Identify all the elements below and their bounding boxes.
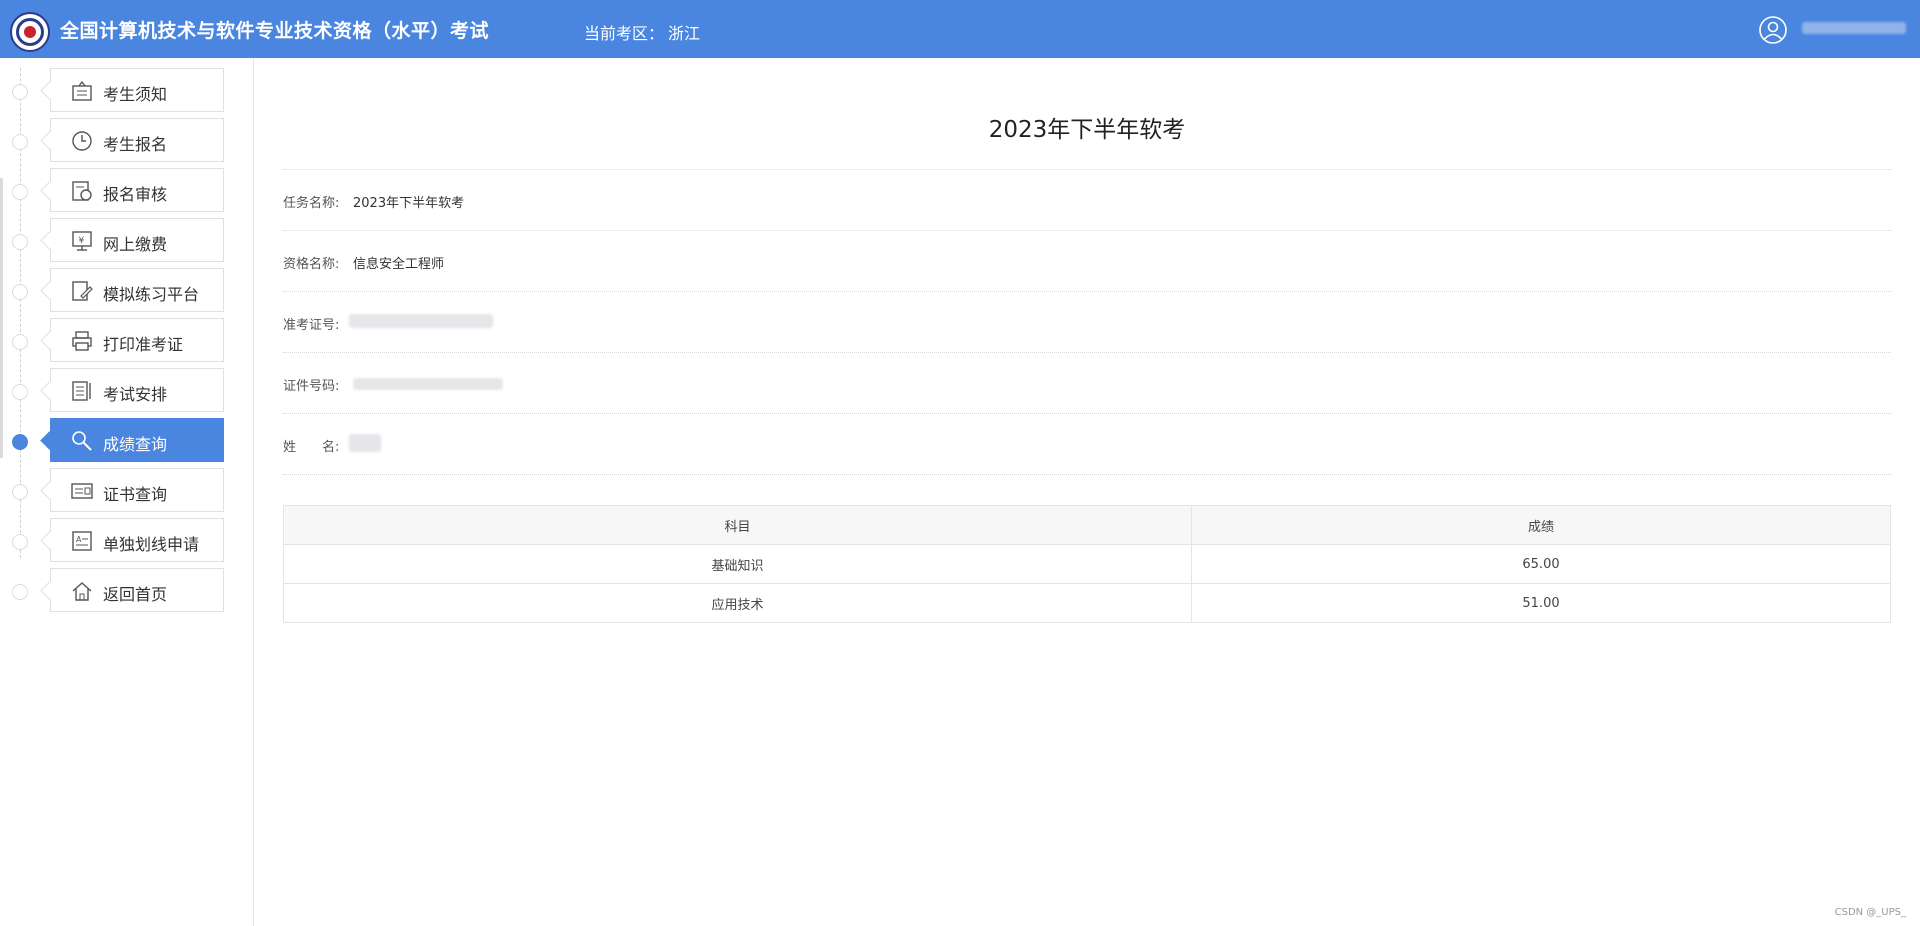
- info-label: 姓 名:: [283, 440, 340, 455]
- exam-logo: [10, 12, 50, 52]
- schedule-document-icon: [72, 381, 91, 401]
- edit-document-icon: [72, 281, 93, 301]
- app-title: 全国计算机技术与软件专业技术资格（水平）考试: [60, 20, 490, 42]
- info-row-id-number: 证件号码:: [283, 352, 1891, 413]
- region-label: 当前考区：: [584, 24, 665, 43]
- certificate-icon: [71, 483, 93, 499]
- svg-text:A: A: [76, 535, 82, 544]
- sidebar-item-home[interactable]: 返回首页: [50, 568, 224, 612]
- score-cell: 65.00: [1191, 544, 1891, 584]
- info-row-task-name: 任务名称: 2023年下半年软考: [283, 169, 1891, 230]
- timeline-dot: [12, 584, 28, 600]
- clock-icon: [72, 131, 92, 151]
- score-table: 科目 成绩 基础知识 65.00 应用技术 51.00: [283, 505, 1891, 623]
- sidebar-item-label: 网上缴费: [103, 235, 168, 254]
- sidebar-edge-bar: [0, 178, 3, 458]
- sidebar-item-score-query[interactable]: 成绩查询: [50, 418, 224, 462]
- sidebar-item-label: 成绩查询: [103, 435, 168, 454]
- sidebar: 考生须知 考生报名 报名审核 ¥ 网上缴费 模拟练习平台 打印准考证 考试安排 …: [0, 58, 254, 926]
- timeline-dot: [12, 334, 28, 350]
- sidebar-item-schedule[interactable]: 考试安排: [50, 368, 224, 412]
- timeline-dot-active: [12, 434, 28, 450]
- timeline-dot: [12, 84, 28, 100]
- payment-monitor-icon: ¥: [72, 231, 92, 251]
- sidebar-item-label: 报名审核: [103, 185, 168, 204]
- sidebar-item-practice[interactable]: 模拟练习平台: [50, 268, 224, 312]
- sidebar-item-separate-line[interactable]: A 单独划线申请: [50, 518, 224, 562]
- info-row-name: 姓 名:: [283, 413, 1891, 474]
- timeline-dot: [12, 184, 28, 200]
- region-value[interactable]: 浙江: [668, 20, 700, 44]
- sidebar-item-label: 返回首页: [103, 585, 168, 604]
- sidebar-item-registration[interactable]: 考生报名: [50, 118, 224, 162]
- application-form-icon: A: [72, 531, 92, 551]
- info-value: 2023年下半年软考: [353, 196, 465, 211]
- redacted-admission-number: [349, 314, 493, 328]
- timeline-dot: [12, 534, 28, 550]
- info-label: 任务名称:: [283, 196, 340, 211]
- top-bar: 全国计算机技术与软件专业技术资格（水平）考试 当前考区： 浙江: [0, 0, 1920, 58]
- page-title: 2023年下半年软考: [988, 117, 1186, 143]
- subject-cell: 基础知识: [283, 544, 1192, 584]
- printer-icon: [72, 331, 92, 351]
- subject-cell: 应用技术: [283, 583, 1192, 623]
- user-avatar-icon[interactable]: [1758, 15, 1788, 45]
- sidebar-item-review[interactable]: 报名审核: [50, 168, 224, 212]
- redacted-name: [349, 434, 381, 452]
- info-label: 证件号码:: [283, 379, 340, 394]
- review-document-icon: [72, 181, 92, 201]
- home-icon: [72, 582, 92, 601]
- sidebar-item-payment[interactable]: ¥ 网上缴费: [50, 218, 224, 262]
- redacted-id-number: [353, 378, 503, 390]
- column-header-subject: 科目: [283, 505, 1192, 545]
- info-label: 准考证号:: [283, 318, 340, 333]
- sidebar-item-label: 模拟练习平台: [103, 285, 200, 304]
- timeline-dot: [12, 134, 28, 150]
- table-row: 基础知识 65.00: [283, 544, 1891, 584]
- info-label: 资格名称:: [283, 257, 340, 272]
- column-header-score: 成绩: [1191, 505, 1891, 545]
- sidebar-item-label: 单独划线申请: [103, 535, 200, 554]
- redacted-username: [1802, 22, 1906, 34]
- score-cell: 51.00: [1191, 583, 1891, 623]
- info-row-qualification: 资格名称: 信息安全工程师: [283, 230, 1891, 291]
- sidebar-item-certificate[interactable]: 证书查询: [50, 468, 224, 512]
- notice-board-icon: [72, 80, 92, 101]
- svg-text:¥: ¥: [79, 236, 85, 246]
- sidebar-item-label: 考试安排: [103, 385, 168, 404]
- timeline-dot: [12, 284, 28, 300]
- info-value: 信息安全工程师: [353, 257, 445, 272]
- timeline-dot: [12, 234, 28, 250]
- watermark: CSDN @_UPS_: [1834, 907, 1906, 918]
- sidebar-item-print-admission[interactable]: 打印准考证: [50, 318, 224, 362]
- timeline-dot: [12, 384, 28, 400]
- timeline-dot: [12, 484, 28, 500]
- sidebar-item-notice[interactable]: 考生须知: [50, 68, 224, 112]
- sidebar-item-label: 考生须知: [103, 85, 168, 104]
- divider: [283, 474, 1891, 475]
- search-magnifier-icon: [72, 431, 92, 451]
- info-row-admission-number: 准考证号:: [283, 291, 1891, 352]
- sidebar-item-label: 证书查询: [103, 485, 168, 504]
- sidebar-item-label: 考生报名: [103, 135, 168, 154]
- table-header-row: 科目 成绩: [283, 505, 1891, 545]
- sidebar-item-label: 打印准考证: [103, 335, 184, 354]
- table-row: 应用技术 51.00: [283, 583, 1891, 623]
